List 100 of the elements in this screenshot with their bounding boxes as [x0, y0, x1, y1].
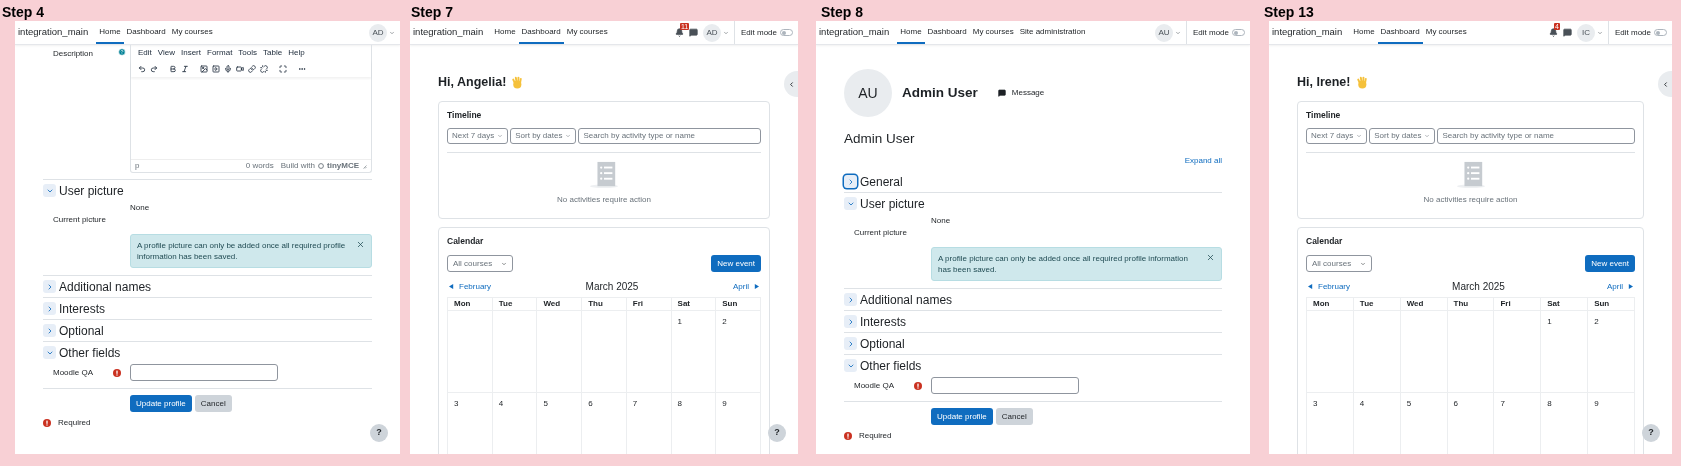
- italic-icon[interactable]: [181, 64, 189, 73]
- expand-all-link[interactable]: Expand all: [1184, 155, 1222, 168]
- nav-link[interactable]: Home: [96, 21, 124, 44]
- user-avatar[interactable]: AD: [702, 23, 721, 42]
- nav-link[interactable]: My courses: [168, 21, 216, 44]
- course-dropdown[interactable]: All courses: [447, 255, 513, 273]
- nav-link[interactable]: Site administration: [1016, 21, 1089, 44]
- calendar-day-cell[interactable]: 6: [1447, 393, 1495, 454]
- notifications-icon[interactable]: [674, 28, 684, 37]
- calendar-day-cell[interactable]: 1: [671, 311, 717, 394]
- bold-icon[interactable]: [169, 64, 177, 73]
- editor-menu-item[interactable]: Tools: [238, 46, 258, 59]
- site-name[interactable]: integration_main: [413, 25, 484, 40]
- nav-link[interactable]: My courses: [969, 21, 1017, 44]
- nav-link[interactable]: Dashboard: [518, 21, 564, 44]
- unlink-icon[interactable]: [260, 64, 268, 73]
- video-camera-icon[interactable]: [236, 64, 244, 73]
- help-button[interactable]: ?: [370, 424, 388, 442]
- cancel-button[interactable]: Cancel: [995, 408, 1033, 426]
- editor-menu-item[interactable]: Help: [288, 46, 305, 59]
- fullscreen-icon[interactable]: [279, 64, 287, 73]
- next-month-link[interactable]: April: [1607, 280, 1633, 293]
- filter-dropdown[interactable]: Next 7 days: [447, 127, 509, 144]
- nav-link[interactable]: Dashboard: [924, 21, 970, 44]
- update-profile-button[interactable]: Update profile: [130, 395, 192, 412]
- user-avatar[interactable]: AU: [1154, 23, 1173, 42]
- calendar-day-cell[interactable]: 3: [1307, 393, 1354, 454]
- message-icon[interactable]: [688, 28, 698, 37]
- calendar-day-cell[interactable]: 2: [716, 311, 761, 394]
- nav-link[interactable]: Home: [491, 21, 519, 44]
- filter-dropdown[interactable]: Next 7 days: [1306, 127, 1368, 144]
- search-field[interactable]: Search by activity type or name: [578, 127, 761, 144]
- text-input-field[interactable]: [931, 377, 1079, 395]
- microphone-icon[interactable]: [224, 64, 232, 73]
- link-icon[interactable]: [248, 64, 256, 73]
- calendar-day-cell[interactable]: 5: [1400, 393, 1448, 454]
- site-name[interactable]: integration_main: [1272, 25, 1343, 40]
- editor-menu-item[interactable]: Edit: [138, 46, 152, 59]
- image-icon[interactable]: [200, 64, 208, 73]
- editor-menu-item[interactable]: Format: [207, 46, 233, 59]
- calendar-day-cell[interactable]: 7: [626, 393, 672, 454]
- calendar-day-cell[interactable]: 5: [537, 393, 583, 454]
- cancel-button[interactable]: Cancel: [194, 395, 232, 412]
- section-toggle[interactable]: General: [844, 171, 903, 193]
- redo-icon[interactable]: [150, 64, 158, 73]
- section-toggle[interactable]: Additional names: [844, 289, 953, 311]
- site-name[interactable]: integration_main: [819, 25, 890, 40]
- site-name[interactable]: integration_main: [18, 25, 89, 40]
- editor-menu-item[interactable]: View: [157, 46, 175, 59]
- edit-mode-switch[interactable]: [780, 29, 793, 36]
- new-event-button[interactable]: New event: [1585, 255, 1635, 273]
- update-profile-button[interactable]: Update profile: [931, 408, 993, 426]
- calendar-day-cell[interactable]: 2: [1588, 311, 1635, 394]
- calendar-day-cell[interactable]: 3: [448, 393, 493, 454]
- calendar-day-cell[interactable]: 4: [1353, 393, 1401, 454]
- next-month-link[interactable]: April: [733, 280, 759, 293]
- close-icon[interactable]: [1206, 253, 1215, 263]
- help-button[interactable]: ?: [768, 424, 786, 442]
- previous-month-link[interactable]: February: [449, 280, 491, 293]
- section-toggle[interactable]: User picture: [844, 193, 925, 215]
- section-toggle[interactable]: Optional: [43, 320, 104, 341]
- drawer-toggle-button[interactable]: [784, 71, 798, 97]
- help-icon[interactable]: [118, 48, 126, 56]
- new-event-button[interactable]: New event: [711, 255, 761, 273]
- user-avatar[interactable]: AD: [369, 23, 387, 42]
- nav-link[interactable]: Dashboard: [1377, 21, 1423, 44]
- calendar-day-cell[interactable]: 8: [671, 393, 717, 454]
- section-toggle[interactable]: Interests: [844, 311, 907, 333]
- undo-icon[interactable]: [138, 64, 146, 73]
- drawer-toggle-button[interactable]: [1658, 71, 1672, 97]
- user-avatar[interactable]: IC: [1576, 23, 1595, 42]
- calendar-day-cell[interactable]: 9: [716, 393, 761, 454]
- nav-link[interactable]: My courses: [1422, 21, 1470, 44]
- calendar-day-cell[interactable]: 9: [1588, 393, 1635, 454]
- text-input-field[interactable]: [130, 364, 278, 381]
- close-icon[interactable]: [356, 240, 365, 249]
- calendar-day-cell[interactable]: 6: [582, 393, 627, 454]
- message-link[interactable]: Message: [997, 87, 1045, 99]
- edit-mode-switch[interactable]: [1654, 29, 1667, 36]
- filter-dropdown[interactable]: Sort by dates: [1369, 127, 1436, 144]
- course-dropdown[interactable]: All courses: [1306, 255, 1372, 273]
- section-toggle[interactable]: User picture: [43, 180, 124, 201]
- nav-link[interactable]: Home: [1350, 21, 1378, 44]
- filter-dropdown[interactable]: Sort by dates: [510, 127, 577, 144]
- edit-mode-switch[interactable]: [1232, 29, 1245, 36]
- section-toggle[interactable]: Other fields: [43, 342, 121, 363]
- media-icon[interactable]: [212, 64, 220, 73]
- previous-month-link[interactable]: February: [1308, 280, 1350, 293]
- section-toggle[interactable]: Additional names: [43, 276, 152, 297]
- message-icon[interactable]: [1562, 28, 1572, 37]
- nav-link[interactable]: Dashboard: [123, 21, 169, 44]
- calendar-day-cell[interactable]: 7: [1494, 393, 1542, 454]
- nav-link[interactable]: My courses: [563, 21, 611, 44]
- help-button[interactable]: ?: [1642, 424, 1660, 442]
- editor-menu-item[interactable]: Table: [263, 46, 283, 59]
- search-field[interactable]: Search by activity type or name: [1437, 127, 1635, 144]
- calendar-day-cell[interactable]: 8: [1541, 393, 1589, 454]
- section-toggle[interactable]: Optional: [844, 333, 905, 355]
- calendar-day-cell[interactable]: 4: [492, 393, 538, 454]
- section-toggle[interactable]: Other fields: [844, 355, 922, 377]
